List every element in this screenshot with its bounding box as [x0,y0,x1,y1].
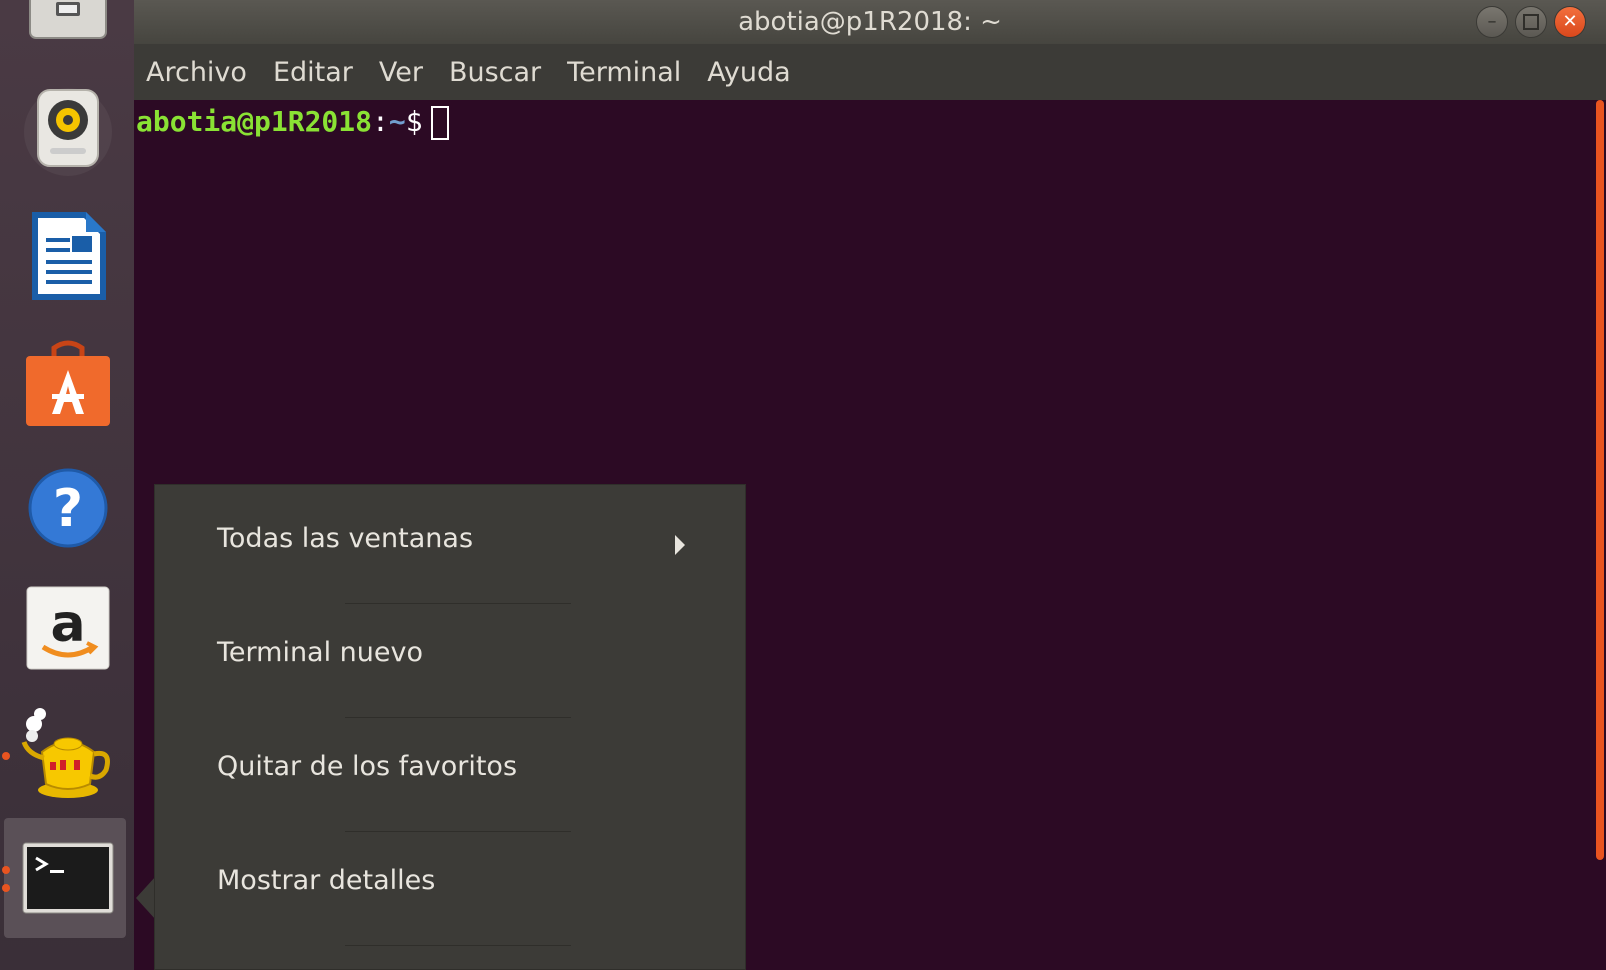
scrollbar[interactable] [1594,100,1606,970]
menu-separator [345,831,571,832]
launcher-dock: ? a [0,0,134,970]
context-menu-pointer [136,876,156,920]
menu-ver[interactable]: Ver [379,57,423,88]
menu-separator [345,603,571,604]
menu-item-show-details[interactable]: Mostrar detalles [217,861,435,901]
libreoffice-writer-icon[interactable] [8,196,128,316]
help-icon[interactable]: ? [8,448,128,568]
maximize-button[interactable] [1515,6,1547,38]
minimize-button[interactable]: – [1476,6,1508,38]
terminal-icon[interactable] [8,818,128,938]
title-bar[interactable]: abotia@p1R2018: ~ – ✕ [134,0,1606,44]
amazon-icon[interactable]: a [8,568,128,688]
menu-item-new-terminal[interactable]: Terminal nuevo [217,633,423,673]
prompt-user-host: abotia@p1R2018 [136,105,373,138]
launcher-context-menu: Todas las ventanas Terminal nuevo Quitar… [154,484,746,970]
menu-archivo[interactable]: Archivo [146,57,247,88]
close-icon: ✕ [1562,11,1578,32]
menu-item-all-windows[interactable]: Todas las ventanas [217,519,473,559]
menu-terminal[interactable]: Terminal [567,57,681,88]
software-center-icon[interactable] [8,322,128,442]
prompt-char: $ [405,105,423,138]
svg-text:?: ? [53,479,83,539]
menu-item-unlock-favorites[interactable]: Quitar de los favoritos [217,747,517,787]
menu-separator [345,717,571,718]
menu-ayuda[interactable]: Ayuda [707,57,790,88]
scrollbar-thumb[interactable] [1596,100,1604,860]
text-cursor [430,106,449,140]
files-icon[interactable] [8,0,128,70]
menu-separator [345,945,571,946]
menu-buscar[interactable]: Buscar [449,57,541,88]
minimize-icon: – [1487,11,1497,32]
submenu-arrow-icon [675,535,685,555]
svg-text:a: a [50,594,85,654]
maximize-icon [1523,14,1539,30]
menu-bar: Archivo Editar Ver Buscar Terminal Ayuda [134,44,1606,100]
prompt-path: ~ [388,105,406,138]
shell-prompt: abotia@p1R2018:~$ [136,104,449,140]
close-button[interactable]: ✕ [1554,6,1586,38]
prompt-separator: : [372,105,389,138]
teapot-app-icon[interactable] [8,692,128,812]
rhythmbox-icon[interactable] [8,68,128,188]
window-title: abotia@p1R2018: ~ [738,7,1002,37]
menu-editar[interactable]: Editar [273,57,353,88]
